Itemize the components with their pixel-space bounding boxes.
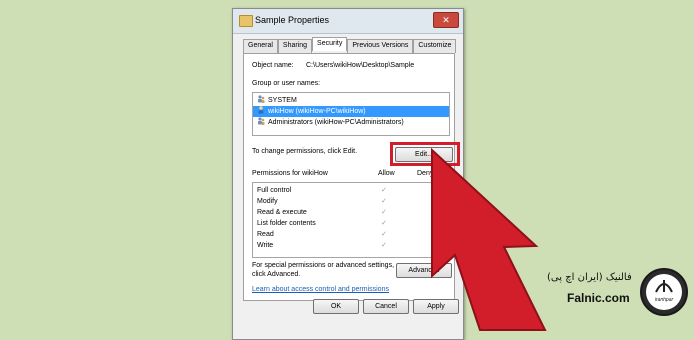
- brand-site: Falnic.com: [567, 291, 630, 305]
- brand-persian: فالنیک (ایران اچ پی): [547, 272, 632, 283]
- logo-text: iranhpar: [654, 297, 674, 303]
- brand-logo: iranhpar: [640, 268, 688, 316]
- logo-mark-icon: [655, 280, 673, 293]
- logo-inner: iranhpar: [646, 274, 682, 310]
